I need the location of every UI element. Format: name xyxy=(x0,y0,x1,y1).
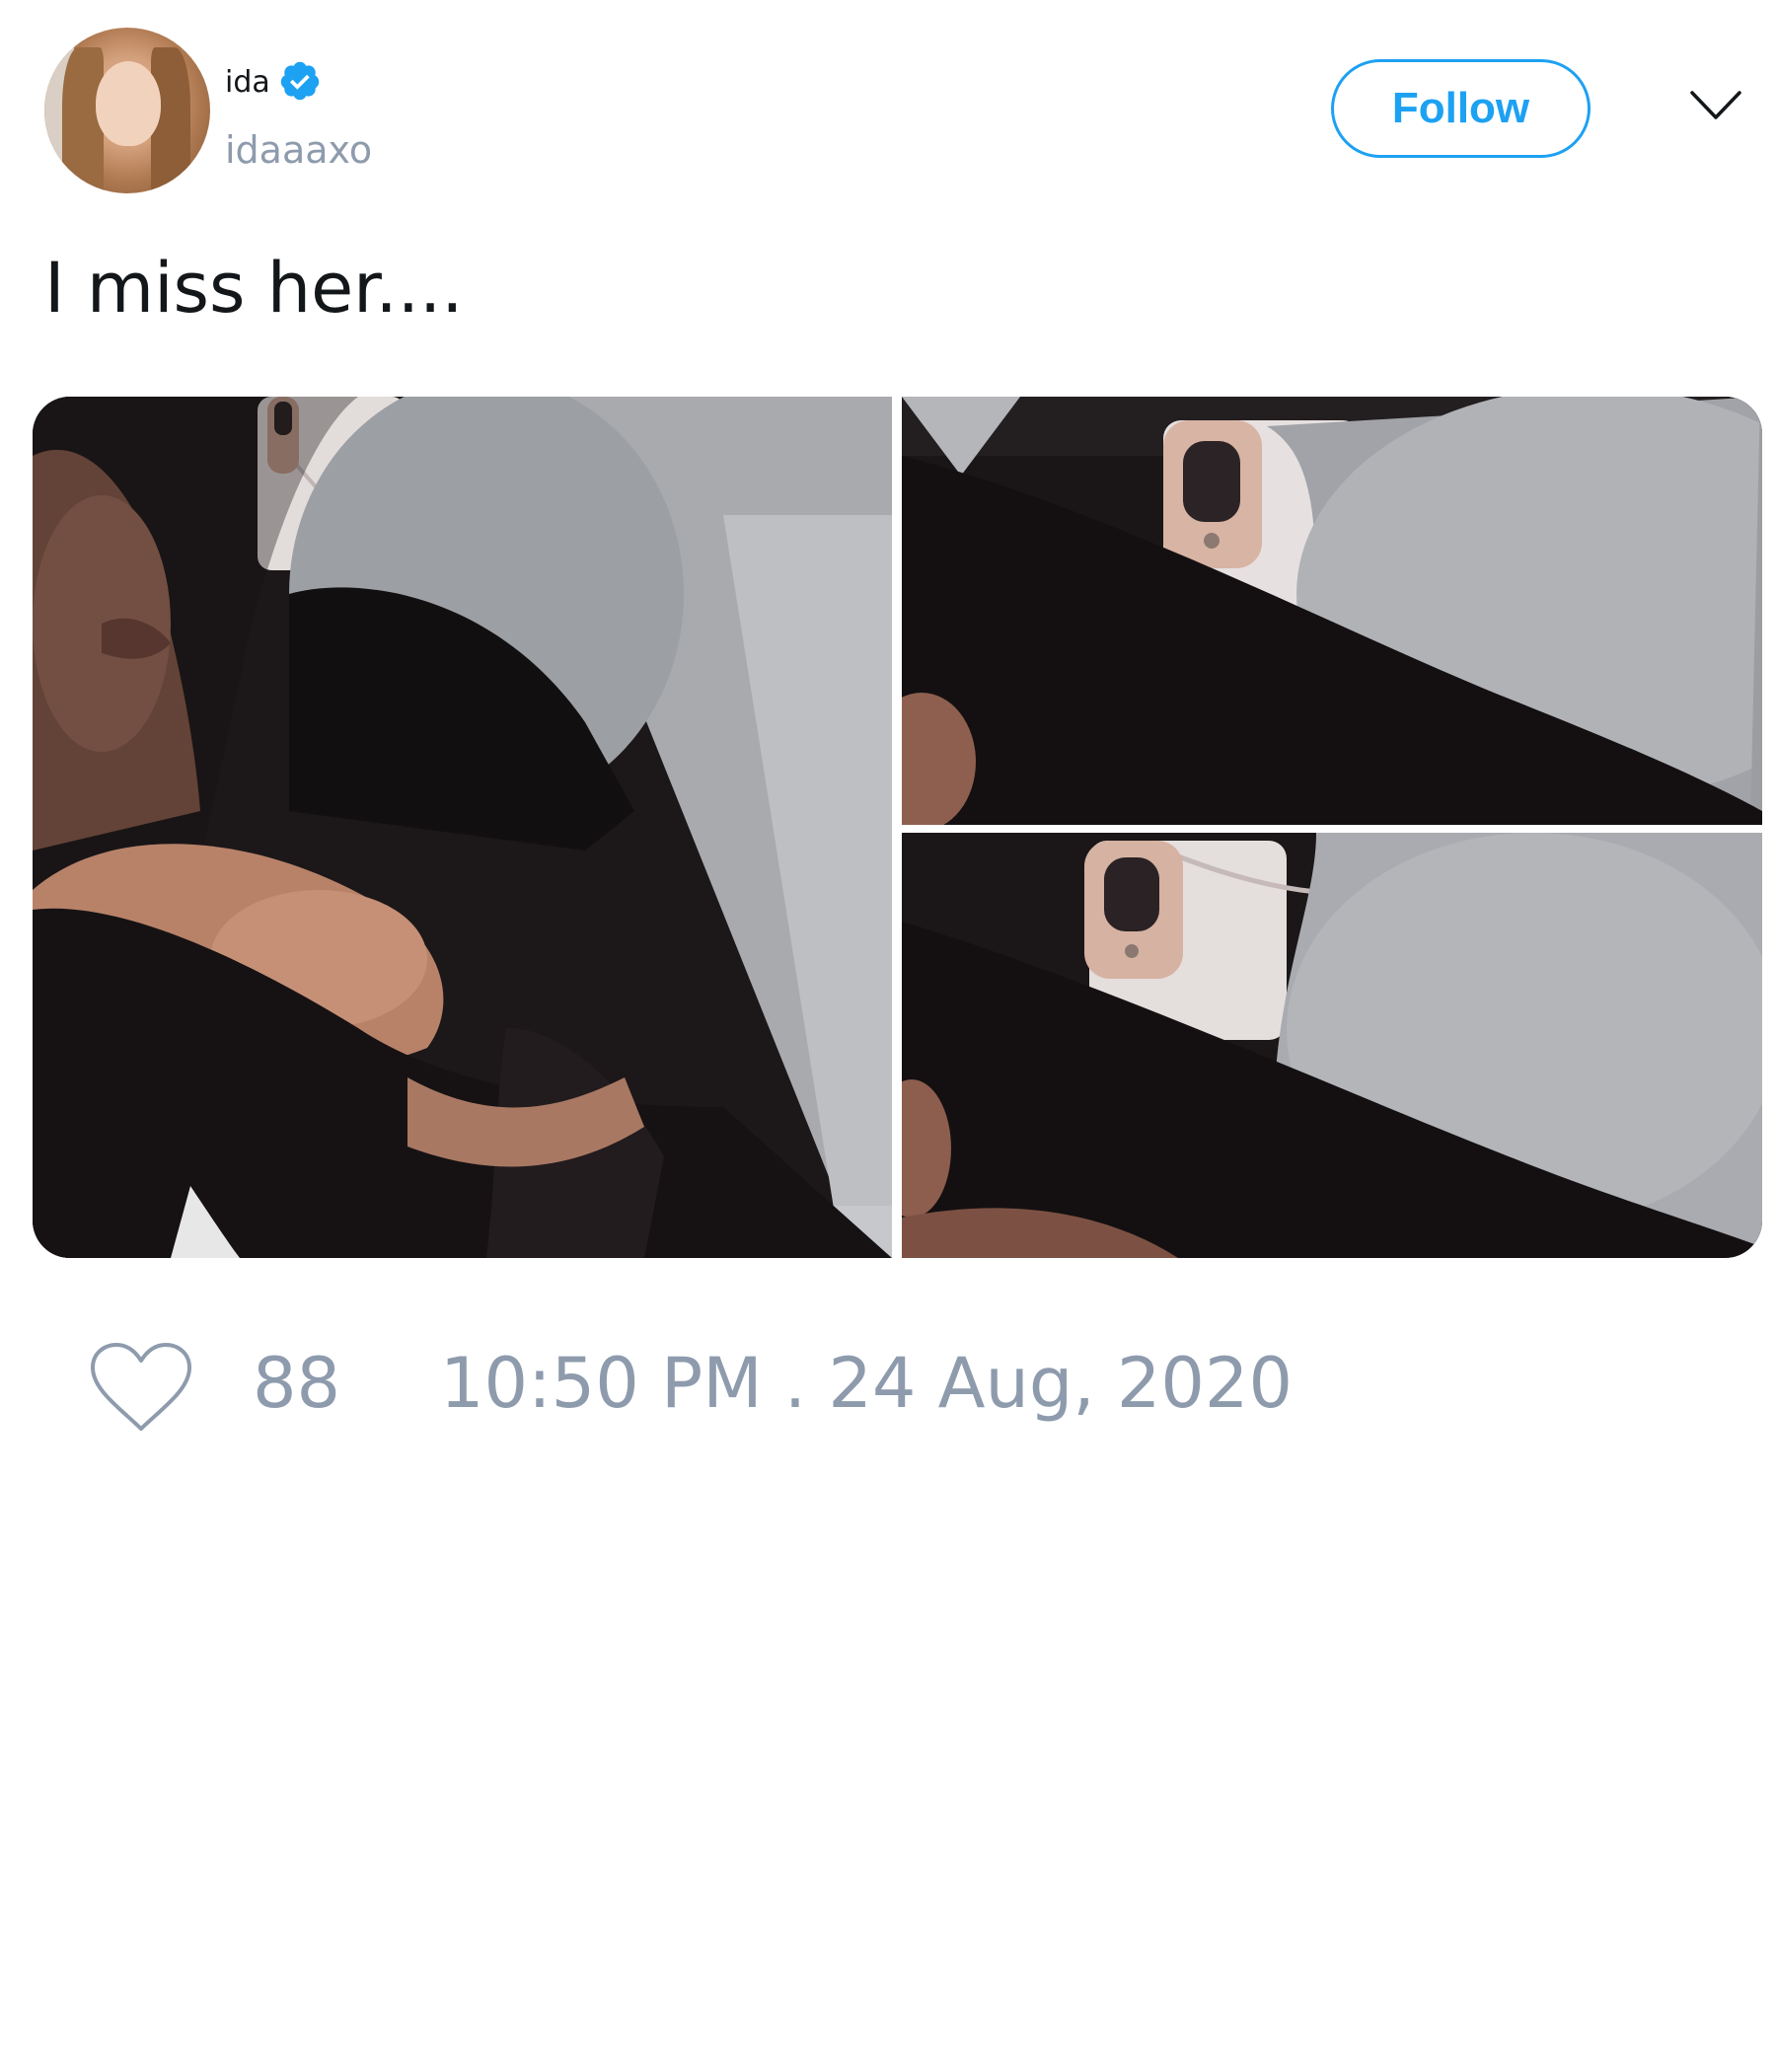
like-count: 88 xyxy=(253,1343,341,1424)
tweet-footer: 88 10:50 PM . 24 Aug, 2020 xyxy=(0,1322,1776,1441)
chevron-down-icon[interactable] xyxy=(1689,89,1742,122)
tweet-photo-2[interactable] xyxy=(902,397,1762,825)
tweet-photo-3[interactable] xyxy=(902,833,1762,1258)
tweet-card: ida idaaaxo Follow I miss her.... 88 10:… xyxy=(0,0,1776,2072)
tweet-text: I miss her.... xyxy=(44,248,464,329)
follow-button[interactable]: Follow xyxy=(1331,59,1591,158)
verified-badge-icon xyxy=(280,61,320,101)
heart-icon[interactable] xyxy=(89,1342,193,1433)
display-name[interactable]: ida xyxy=(225,65,270,101)
user-handle[interactable]: idaaaxo xyxy=(225,128,372,172)
tweet-timestamp[interactable]: 10:50 PM . 24 Aug, 2020 xyxy=(440,1344,1293,1423)
tweet-photo-1[interactable] xyxy=(33,397,892,1258)
media-grid xyxy=(33,397,1762,1258)
avatar[interactable] xyxy=(44,28,210,193)
